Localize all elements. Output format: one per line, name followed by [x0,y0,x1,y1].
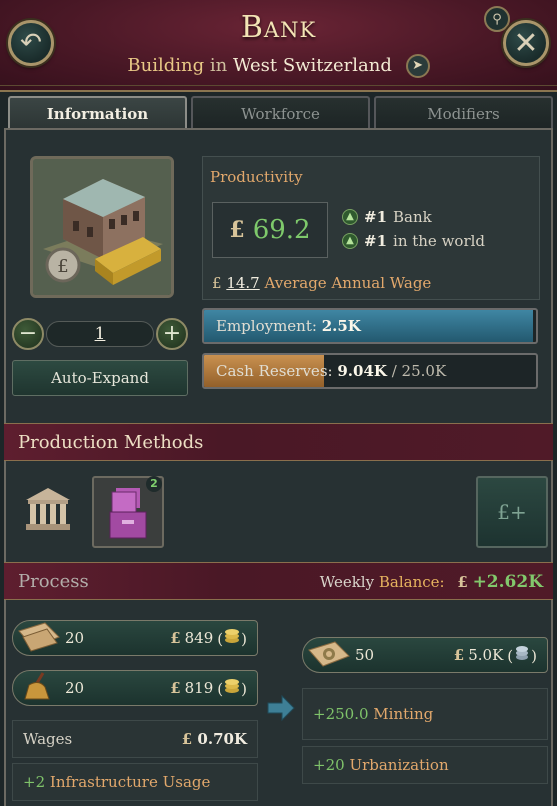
wages-row[interactable]: Wages £ 0.70K [12,720,258,758]
plus-icon: + [162,321,182,346]
svg-text:£: £ [57,256,68,277]
production-method-count-badge: 2 [146,476,162,492]
output-qty: 50 [355,646,375,664]
minting-value: +250.0 [313,705,369,723]
pound-icon: £ [453,646,465,664]
productivity-value: 69.2 [252,215,311,245]
rank-world[interactable]: ▲ #1 in the world [342,232,485,250]
rank-world-text: in the world [393,232,486,250]
expand-button[interactable]: + [156,318,188,350]
urbanization-label: Urbanization [349,756,449,774]
process-arrow-icon [267,694,295,722]
wages-value: £ 0.70K [182,730,247,748]
rank-local-number: #1 [364,208,388,226]
paper-icon [18,622,60,652]
coins-icon: () [217,679,247,698]
cash-reserves-label: Cash Reserves: [216,362,333,380]
minting-row[interactable]: +250.0 Minting [302,688,548,740]
cash-reserves-bar[interactable]: Cash Reserves: 9.04K / 25.0K [202,353,538,389]
bank-building-icon[interactable] [22,486,74,532]
urbanization-row[interactable]: +20 Urbanization [302,746,548,784]
process-title: Process [18,571,89,592]
average-wage-value: 14.7 [226,274,260,292]
weekly-balance-value: +2.62K [472,572,543,592]
rank-up-icon: ▲ [342,233,358,249]
employment-value: 2.5K [321,317,361,335]
production-methods-header: Production Methods [4,423,553,461]
output-price: £ 5.0K () [454,645,537,665]
cash-reserves-max: / 25.0K [391,362,447,380]
pound-plus-icon: £+ [497,500,527,524]
infrastructure-row[interactable]: +2 Infrastructure Usage [12,763,258,801]
building-image: £ [30,156,174,298]
urbanization-value: +20 [313,756,345,774]
cash-reserves-value: 9.04K [337,362,387,380]
input-price: £ 819 () [170,678,247,698]
employment-bar[interactable]: Employment: 2.5K [202,308,538,344]
wages-label: Wages [23,730,73,748]
pound-icon: £ [170,629,181,647]
tab-modifiers[interactable]: Modifiers [374,96,553,130]
rank-up-icon: ▲ [342,209,358,225]
production-methods-title: Production Methods [18,432,204,453]
silver-coins-icon: () [507,646,537,665]
input-qty: 20 [65,679,85,697]
input-price-value: 849 [184,629,214,647]
add-production-method-button[interactable]: £+ [476,476,548,548]
input-price-value: 819 [184,679,214,697]
weekly-balance[interactable]: Weekly Balance: £ +2.62K [320,563,543,601]
minus-icon: − [18,321,38,346]
building-level: 1 [46,321,154,347]
infrastructure-value: +2 [23,773,46,791]
rank-world-number: #1 [364,232,388,250]
building-subtitle: Building in West Switzerland ➤ [0,54,557,78]
close-icon: ✕ [513,25,539,61]
state-link[interactable]: West Switzerland [233,55,392,76]
employment-text: Employment: 2.5K [216,310,361,342]
minting-label: Minting [373,705,434,723]
close-button[interactable]: ✕ [503,20,549,66]
average-wage[interactable]: £ 14.7 Average Annual Wage [212,274,431,292]
services-icon [308,641,350,667]
input-price: £ 849 () [170,628,247,648]
tab-information[interactable]: Information [8,96,187,130]
input-good-paper[interactable]: 20 £ 849 () [12,620,258,656]
weekly-label: Weekly [319,573,375,591]
tab-workforce[interactable]: Workforce [191,96,370,130]
building-type: Building [127,55,205,76]
output-good-services[interactable]: 50 £ 5.0K () [302,637,548,673]
coins-icon: () [217,629,247,648]
pound-icon: £ [229,217,245,243]
input-qty: 20 [65,629,85,647]
subtitle-in: in [209,55,228,76]
productivity-label: Productivity [210,168,303,186]
balance-label: Balance: [378,573,445,591]
pound-icon: £ [170,679,181,697]
search-button[interactable]: ⚲ [484,6,510,32]
wages-amount: 0.70K [197,730,247,748]
input-good-bell[interactable]: 20 £ 819 () [12,670,258,706]
level-stepper: − 1 + [12,318,188,350]
productivity-value-box: £ 69.2 [212,202,328,258]
average-wage-label: Average Annual Wage [264,274,432,292]
hand-bell-icon [24,672,50,700]
go-to-location-button[interactable]: ➤ [405,54,430,78]
magnifier-icon: ⚲ [492,11,502,27]
rank-local-text: Bank [393,208,432,226]
auto-expand-button[interactable]: Auto-Expand [12,360,188,396]
pound-icon: £ [457,573,468,591]
tab-bar: Information Workforce Modifiers [8,96,553,130]
process-header: Process Weekly Balance: £ +2.62K [4,562,553,600]
cash-reserves-text: Cash Reserves: 9.04K / 25.0K [216,355,446,387]
output-price-value: 5.0K [468,646,504,664]
pound-icon: £ [181,730,193,748]
downsize-button[interactable]: − [12,318,44,350]
building-title: Bank [240,10,317,45]
rank-local[interactable]: ▲ #1 Bank [342,208,432,226]
infrastructure-label: Infrastructure Usage [49,773,211,791]
building-header: ↶ Bank Building in West Switzerland ➤ ⚲ … [0,0,557,92]
employment-label: Employment: [216,317,317,335]
pound-icon: £ [212,274,222,292]
